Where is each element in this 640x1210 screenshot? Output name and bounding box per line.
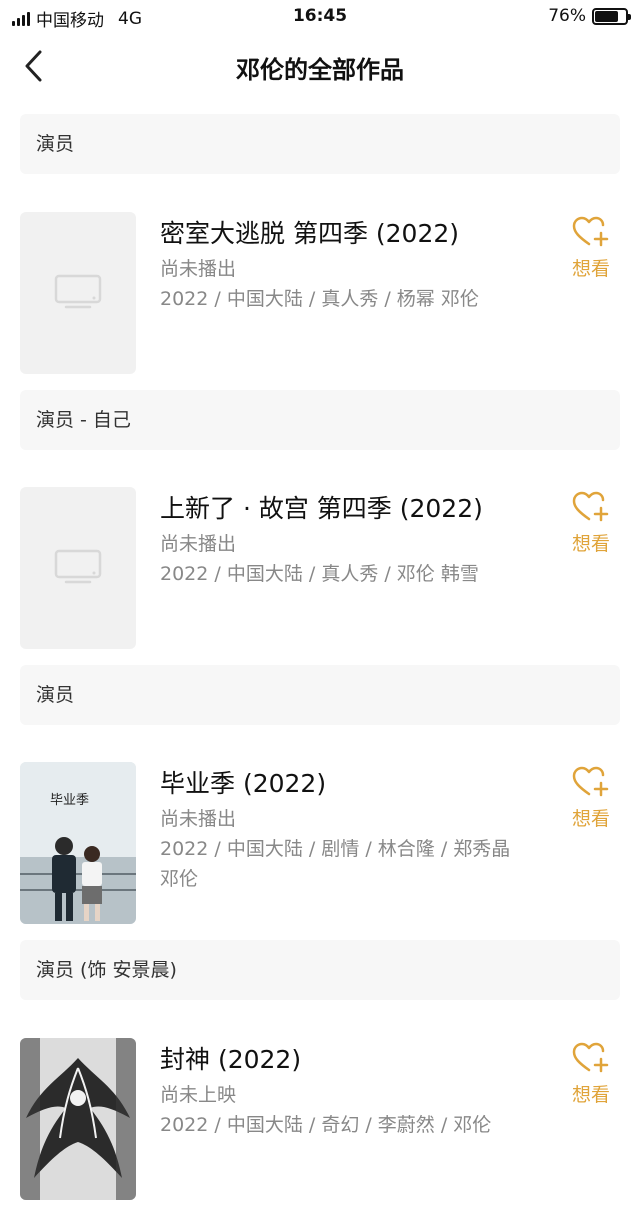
section-header: 演员 - 自己 (20, 390, 620, 450)
want-to-watch-label: 想看 (571, 258, 610, 280)
heart-plus-icon (572, 766, 609, 797)
poster-image: 毕业季 (20, 762, 136, 924)
want-to-watch-button[interactable]: 想看 (566, 491, 616, 556)
want-to-watch-button[interactable]: 想看 (566, 766, 616, 831)
want-to-watch-label: 想看 (571, 1084, 610, 1106)
status-right: 76% (548, 6, 631, 26)
battery-icon (592, 7, 631, 25)
poster-image (20, 1038, 136, 1200)
battery-percent: 76% (548, 6, 586, 26)
item-meta: 2022 / 中国大陆 / 奇幻 / 李蔚然 / 邓伦 (160, 1114, 492, 1136)
tv-icon (54, 274, 102, 309)
item-meta: 2022 / 中国大陆 / 剧情 / 林合隆 / 郑秀晶 (160, 838, 511, 860)
item-info: 毕业季 (2022) 尚未播出 2022 / 中国大陆 / 剧情 / 林合隆 /… (160, 766, 540, 894)
section-header: 演员 (20, 114, 620, 174)
status-time: 16:45 (292, 6, 348, 26)
page-title: 邓伦的全部作品 (236, 56, 404, 84)
movie-poster (20, 1038, 136, 1200)
tv-icon (54, 549, 102, 584)
list-item[interactable]: 封神 (2022) 尚未上映 2022 / 中国大陆 / 奇幻 / 李蔚然 / … (0, 1020, 640, 1210)
list-item[interactable]: 上新了 · 故宫 第四季 (2022) 尚未播出 2022 / 中国大陆 / 真… (0, 469, 640, 659)
item-info: 密室大逃脱 第四季 (2022) 尚未播出 2022 / 中国大陆 / 真人秀 … (160, 216, 540, 314)
want-to-watch-button[interactable]: 想看 (566, 1042, 616, 1107)
item-meta: 2022 / 中国大陆 / 真人秀 / 杨幂 邓伦 (160, 288, 479, 310)
want-to-watch-label: 想看 (571, 533, 610, 555)
item-meta-continued: 邓伦 (160, 868, 199, 890)
item-status: 尚未上映 (160, 1084, 237, 1106)
heart-plus-icon (572, 216, 609, 247)
section-header: 演员 (20, 665, 620, 725)
item-status: 尚未播出 (160, 258, 237, 280)
poster-title: 毕业季 (50, 793, 89, 808)
item-title: 毕业季 (2022) (160, 769, 327, 798)
movie-poster: 毕业季 (20, 762, 136, 924)
want-to-watch-label: 想看 (571, 808, 610, 830)
item-title: 密室大逃脱 第四季 (2022) (160, 219, 460, 248)
item-status: 尚未播出 (160, 533, 237, 555)
poster-placeholder (20, 212, 136, 374)
item-info: 封神 (2022) 尚未上映 2022 / 中国大陆 / 奇幻 / 李蔚然 / … (160, 1042, 540, 1140)
item-status: 尚未播出 (160, 808, 237, 830)
heart-plus-icon (572, 491, 609, 522)
nav-bar: 邓伦的全部作品 (0, 34, 640, 100)
list-item[interactable]: 毕业季 毕业季 (2022) 尚未播出 2022 / 中国大陆 / 剧情 / 林… (0, 744, 640, 934)
want-to-watch-button[interactable]: 想看 (566, 216, 616, 281)
item-info: 上新了 · 故宫 第四季 (2022) 尚未播出 2022 / 中国大陆 / 真… (160, 491, 540, 589)
section-header: 演员 (饰 安景晨) (20, 940, 620, 1000)
battery-fill (595, 10, 618, 22)
list-item[interactable]: 密室大逃脱 第四季 (2022) 尚未播出 2022 / 中国大陆 / 真人秀 … (0, 194, 640, 384)
item-title: 上新了 · 故宫 第四季 (2022) (160, 494, 483, 523)
item-title: 封神 (2022) (160, 1045, 302, 1074)
poster-placeholder (20, 487, 136, 649)
heart-plus-icon (572, 1042, 609, 1073)
status-bar: 中国移动 4G 16:45 76% (0, 0, 640, 34)
item-meta: 2022 / 中国大陆 / 真人秀 / 邓伦 韩雪 (160, 563, 479, 585)
